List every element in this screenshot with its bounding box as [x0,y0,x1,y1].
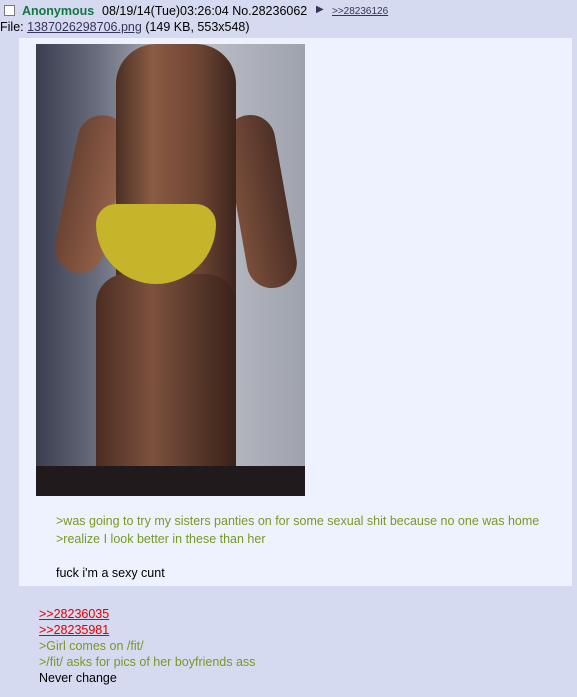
greentext-line: >/fit/ asks for pics of her boyfriends a… [39,655,256,669]
post-datetime[interactable]: 08/19/14(Tue)03:26:04 No.28236062 [102,4,307,18]
file-link[interactable]: 1387026298706.png [27,20,142,34]
file-info: File: 1387026298706.png (149 KB, 553x548… [0,20,250,34]
greentext-line: >Girl comes on /fit/ [39,639,144,653]
quote-link[interactable]: >>28235981 [39,622,255,638]
greentext-line: >realize I look better in these than her [56,532,266,546]
post-image[interactable] [36,44,305,496]
file-label: File: [0,20,24,34]
poster-name: Anonymous [22,4,95,18]
image-legs [96,274,236,494]
closing-line: Never change [39,671,117,685]
backlink[interactable]: >>28236126 [332,6,388,17]
reply-post: >was going to try my sisters panties on … [19,38,572,586]
menu-arrow-icon[interactable]: ▶ [316,4,324,15]
image-floor [36,466,305,496]
quote-link[interactable]: >>28236035 [39,606,255,622]
quoted-comment: >>28236035 >>28235981 >Girl comes on /fi… [39,606,255,686]
greentext-line: >was going to try my sisters panties on … [56,514,540,528]
file-meta: (149 KB, 553x548) [145,20,250,34]
select-checkbox[interactable] [4,5,15,16]
plain-text-line: fuck i'm a sexy cunt [56,566,165,580]
